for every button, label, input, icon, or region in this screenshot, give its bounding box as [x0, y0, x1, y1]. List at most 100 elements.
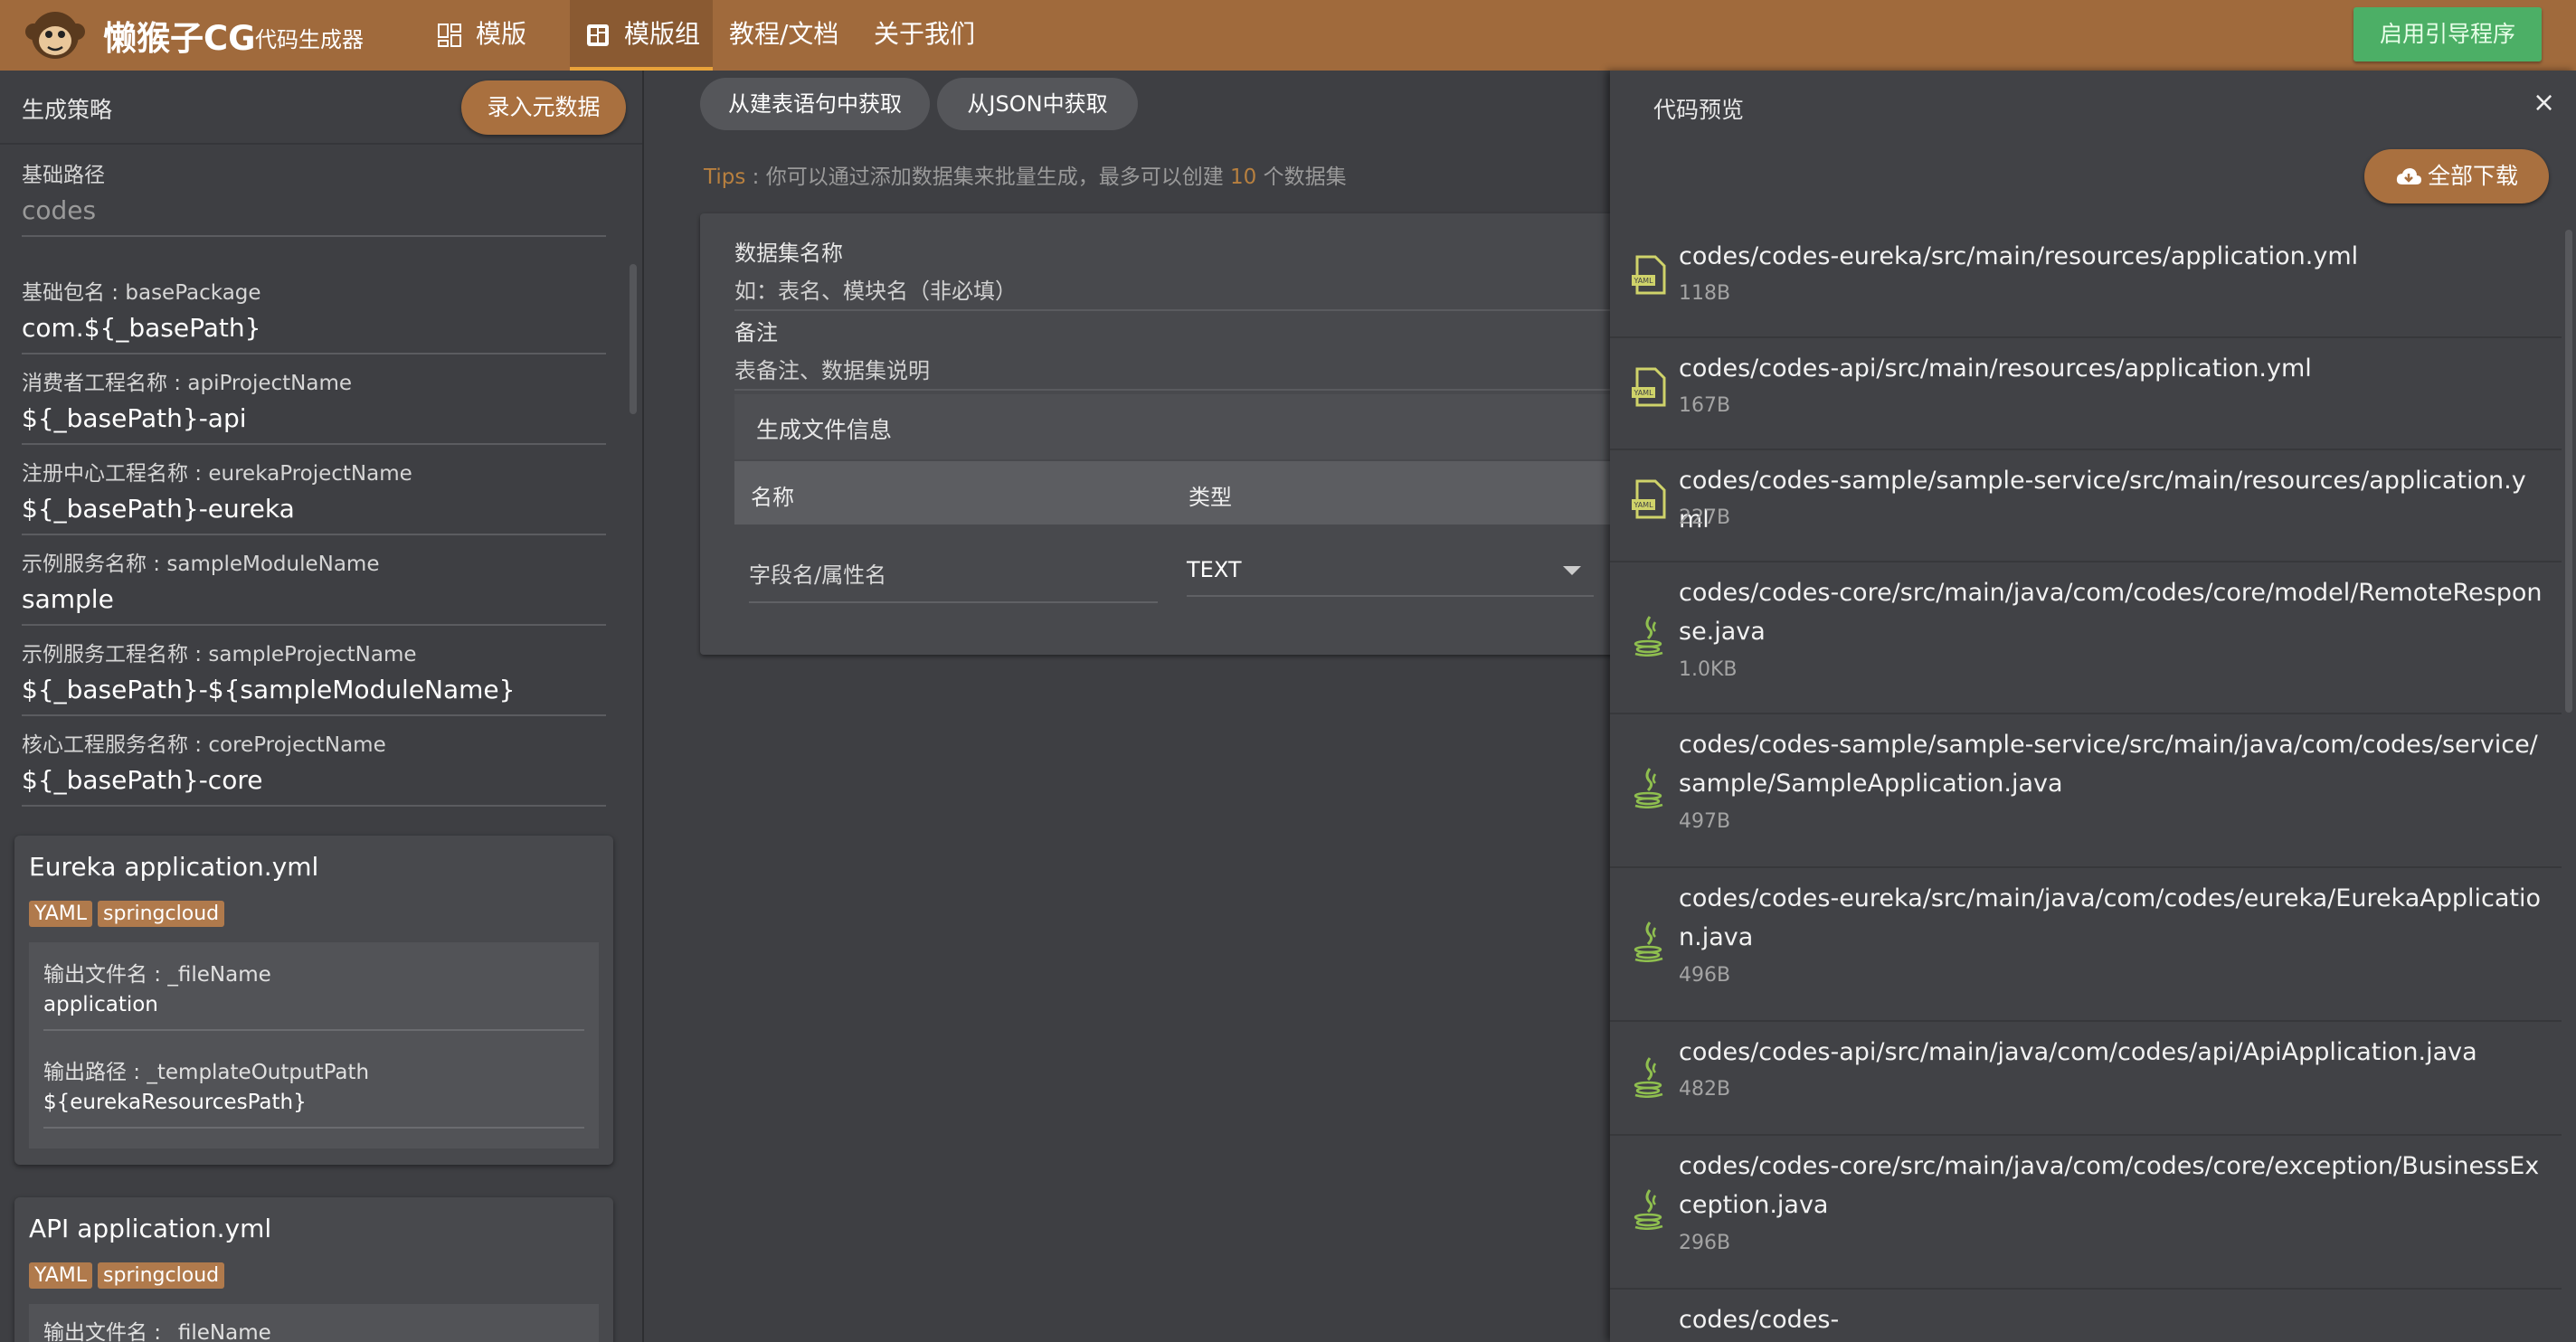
file-item[interactable]: YAML codes/codes-api/src/main/resources/…: [1610, 338, 2562, 450]
tips-text-2: 个数据集: [1256, 165, 1347, 189]
remark-label: 备注: [734, 320, 778, 345]
field-value: com.${_basePath}: [22, 313, 261, 343]
strategy-header: 生成策略 录入元数据: [0, 71, 642, 145]
field-value: application: [43, 993, 158, 1016]
svg-text:YAML: YAML: [1633, 501, 1653, 509]
field-label: 输出文件名 : _fileName: [43, 963, 271, 987]
from-json-button[interactable]: 从JSON中获取: [937, 78, 1138, 130]
from-sql-button[interactable]: 从建表语句中获取: [700, 78, 930, 130]
file-size: 1.0KB: [1679, 658, 1738, 681]
start-guide-button[interactable]: 启用引导程序: [2353, 7, 2542, 61]
drawer-title: 代码预览: [1653, 97, 1745, 123]
output-file-name-field[interactable]: 输出文件名 : _fileName: [43, 1315, 584, 1342]
monkey-logo-icon: [25, 12, 85, 59]
file-item[interactable]: codes/codes-core/src/main/java/com/codes…: [1610, 562, 2562, 714]
dataset-name-label: 数据集名称: [734, 241, 843, 266]
enter-metadata-button[interactable]: 录入元数据: [461, 80, 626, 135]
file-item[interactable]: codes/codes-: [1610, 1290, 2562, 1342]
nav-template-label: 模版: [476, 19, 527, 49]
brand-name: 懒猴子CG: [103, 19, 256, 58]
field-type-select[interactable]: TEXT: [1187, 557, 1594, 597]
java-file-icon: [1634, 768, 1663, 808]
dataset-name-input[interactable]: 如：表名、模块名（非必填）: [734, 273, 1017, 305]
file-size: 118B: [1679, 282, 1731, 305]
column-type: 类型: [1189, 485, 1232, 510]
template-card[interactable]: Eureka application.yml YAML springcloud 输…: [14, 836, 613, 1165]
file-item[interactable]: codes/codes-api/src/main/java/com/codes/…: [1610, 1022, 2562, 1136]
field-name-input[interactable]: 字段名/属性名: [749, 557, 1158, 603]
template-title: API application.yml: [29, 1214, 272, 1243]
java-file-icon: [1634, 1189, 1663, 1230]
file-path: codes/codes-sample/sample-service/src/ma…: [1679, 731, 2538, 798]
field-value: codes: [22, 195, 97, 225]
yaml-file-icon: YAML: [1632, 367, 1666, 407]
template-card[interactable]: API application.yml YAML springcloud 输出文件…: [14, 1197, 613, 1342]
strategy-scrollbar[interactable]: [630, 264, 637, 414]
template-tags: YAML springcloud: [29, 1261, 230, 1289]
nav-template-group-label: 模版组: [624, 19, 701, 49]
base-package-field[interactable]: 基础包名 : basePackage com.${_basePath}: [22, 275, 606, 354]
yaml-file-icon: YAML: [1632, 255, 1666, 295]
svg-text:YAML: YAML: [1633, 277, 1653, 285]
field-value: ${_basePath}-${sampleModuleName}: [22, 675, 516, 704]
sample-module-name-field[interactable]: 示例服务名称 : sampleModuleName sample: [22, 546, 606, 626]
tag: YAML: [29, 901, 93, 927]
file-item[interactable]: YAML codes/codes-eureka/src/main/resourc…: [1610, 226, 2562, 338]
java-file-icon: [1634, 616, 1663, 657]
dataset-panel: 从建表语句中获取 从JSON中获取 Tips : 你可以通过添加数据集来批量生成…: [644, 71, 1623, 1342]
field-type-value: TEXT: [1187, 557, 1242, 582]
core-project-name-field[interactable]: 核心工程服务名称 : coreProjectName ${_basePath}-…: [22, 727, 606, 807]
file-path: codes/codes-core/src/main/java/com/codes…: [1679, 579, 2543, 646]
download-all-button[interactable]: 全部下载: [2364, 149, 2549, 203]
file-path: codes/codes-eureka/src/main/resources/ap…: [1679, 242, 2359, 270]
yaml-file-icon: YAML: [1632, 479, 1666, 519]
field-value: ${_basePath}-eureka: [22, 494, 295, 524]
nav-about[interactable]: 关于我们: [874, 0, 975, 71]
svg-text:YAML: YAML: [1633, 389, 1653, 397]
field-value: sample: [22, 584, 114, 614]
tag: springcloud: [98, 1262, 225, 1289]
file-item[interactable]: codes/codes-eureka/src/main/java/com/cod…: [1610, 868, 2562, 1022]
api-project-name-field[interactable]: 消费者工程名称 : apiProjectName ${_basePath}-ap…: [22, 365, 606, 445]
file-item[interactable]: codes/codes-core/src/main/java/com/codes…: [1610, 1136, 2562, 1290]
nav-template[interactable]: 模版: [436, 0, 526, 71]
eureka-project-name-field[interactable]: 注册中心工程名称 : eurekaProjectName ${_basePath…: [22, 456, 606, 535]
field-label: 示例服务名称 : sampleModuleName: [22, 553, 380, 576]
file-path: codes/codes-: [1679, 1306, 1840, 1334]
cloud-download-icon: [2396, 168, 2421, 184]
java-file-icon: [1634, 921, 1663, 962]
close-icon[interactable]: ×: [2533, 87, 2555, 118]
field-label: 消费者工程名称 : apiProjectName: [22, 372, 353, 395]
tips-count: 10: [1230, 165, 1257, 189]
brand-subtitle: 代码生成器: [255, 27, 364, 52]
field-label: 基础路径: [22, 164, 105, 187]
tips-text-1: : 你可以通过添加数据集来批量生成，最多可以创建: [745, 165, 1231, 189]
file-item[interactable]: YAML codes/codes-sample/sample-service/s…: [1610, 450, 2562, 562]
remark-input[interactable]: 表备注、数据集说明: [734, 353, 930, 384]
file-size: 296B: [1679, 1232, 1731, 1254]
field-value: ${_basePath}-core: [22, 765, 263, 795]
file-size: 167B: [1679, 394, 1731, 417]
nav-tutorial[interactable]: 教程/文档: [729, 0, 838, 71]
output-path-field[interactable]: 输出路径 : _templateOutputPath ${eurekaResou…: [43, 1054, 584, 1129]
sample-project-name-field[interactable]: 示例服务工程名称 : sampleProjectName ${_basePath…: [22, 637, 606, 716]
template-fields: 输出文件名 : _fileName: [29, 1304, 599, 1342]
chevron-down-icon: [1563, 566, 1581, 575]
output-file-name-field[interactable]: 输出文件名 : _fileName application: [43, 957, 584, 1031]
divider: [734, 309, 1621, 311]
top-bar: 懒猴子CG 代码生成器 模版 模版组 教程/文档 关于我们 启用引导程序: [0, 0, 2576, 71]
template-icon: [438, 24, 461, 47]
dataset-card: 数据集名称 如：表名、模块名（非必填） 备注 表备注、数据集说明 生成文件信息 …: [700, 213, 1623, 655]
file-path: codes/codes-api/src/main/java/com/codes/…: [1679, 1038, 2477, 1066]
file-size: 496B: [1679, 964, 1731, 987]
base-path-field[interactable]: 基础路径 codes: [22, 157, 606, 237]
file-item[interactable]: codes/codes-sample/sample-service/src/ma…: [1610, 714, 2562, 868]
file-path: codes/codes-core/src/main/java/com/codes…: [1679, 1152, 2540, 1219]
column-name: 名称: [751, 485, 794, 510]
code-preview-drawer: 代码预览 × 全部下载 YAML codes/codes-eureka/src/…: [1610, 71, 2576, 1342]
preview-scrollbar[interactable]: [2565, 230, 2572, 713]
field-label: 注册中心工程名称 : eurekaProjectName: [22, 462, 412, 486]
nav-template-group[interactable]: 模版组: [570, 0, 713, 71]
file-info-label: 生成文件信息: [756, 417, 893, 443]
template-group-icon: [587, 24, 609, 46]
